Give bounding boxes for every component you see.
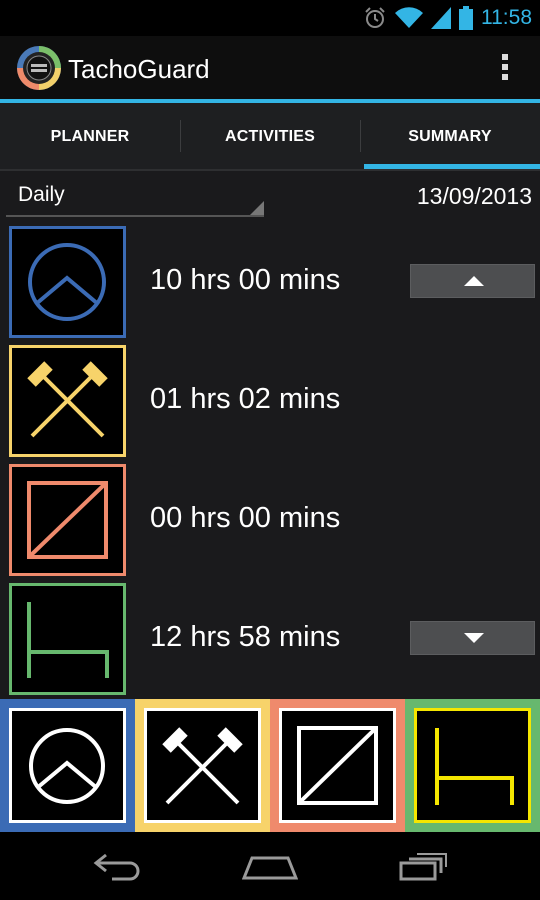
status-bar: 11:58 — [0, 0, 540, 36]
summary-row-driving: 10 hrs 00 mins — [0, 226, 540, 340]
scroll-down-button[interactable] — [410, 621, 535, 655]
wifi-icon — [395, 7, 423, 29]
work-hammers-icon — [9, 345, 126, 457]
work-hammers-icon — [144, 708, 261, 823]
summary-date[interactable]: 13/09/2013 — [417, 183, 532, 210]
activity-button-driving[interactable] — [0, 699, 135, 832]
activity-button-work[interactable] — [135, 699, 270, 832]
work-duration: 01 hrs 02 mins — [150, 383, 341, 415]
navigation-bar — [0, 832, 540, 900]
recent-apps-icon[interactable] — [388, 846, 458, 886]
scroll-up-button[interactable] — [410, 264, 535, 298]
arrow-down-icon — [464, 633, 484, 643]
driving-duration: 10 hrs 00 mins — [150, 264, 341, 296]
summary-panel: Daily 13/09/2013 10 hrs 00 mins 01 hrs 0… — [0, 171, 540, 699]
rest-bed-icon — [9, 583, 126, 695]
summary-row-availability: 00 hrs 00 mins — [0, 464, 540, 578]
availability-duration: 00 hrs 00 mins — [150, 502, 341, 534]
period-dropdown[interactable]: Daily — [6, 179, 264, 217]
overflow-menu-icon[interactable] — [500, 54, 510, 84]
summary-row-work: 01 hrs 02 mins — [0, 345, 540, 459]
tab-activities[interactable]: ACTIVITIES — [180, 103, 360, 170]
status-time: 11:58 — [481, 6, 532, 29]
period-dropdown-value: Daily — [18, 183, 65, 206]
activity-button-availability[interactable] — [270, 699, 405, 832]
summary-row-rest: 12 hrs 58 mins — [0, 583, 540, 697]
activity-button-rest[interactable] — [405, 699, 540, 832]
tab-summary[interactable]: SUMMARY — [360, 103, 540, 170]
app-title: TachoGuard — [68, 54, 210, 84]
driving-icon — [9, 226, 126, 338]
driving-icon — [9, 708, 126, 823]
rest-duration: 12 hrs 58 mins — [150, 621, 341, 653]
availability-icon — [279, 708, 396, 823]
rest-bed-icon — [414, 708, 531, 823]
tachoguard-logo-icon[interactable] — [16, 45, 62, 91]
battery-icon — [459, 6, 473, 30]
alarm-icon — [365, 7, 385, 28]
action-bar: TachoGuard — [0, 36, 540, 100]
availability-icon — [9, 464, 126, 576]
dropdown-corner-icon — [250, 201, 264, 215]
arrow-up-icon — [464, 276, 484, 286]
tab-planner[interactable]: PLANNER — [0, 103, 180, 170]
signal-icon — [431, 7, 451, 29]
tab-bar: PLANNER ACTIVITIES SUMMARY — [0, 103, 540, 170]
activity-selector — [0, 699, 540, 832]
back-icon[interactable] — [82, 846, 152, 886]
home-icon[interactable] — [235, 846, 305, 886]
